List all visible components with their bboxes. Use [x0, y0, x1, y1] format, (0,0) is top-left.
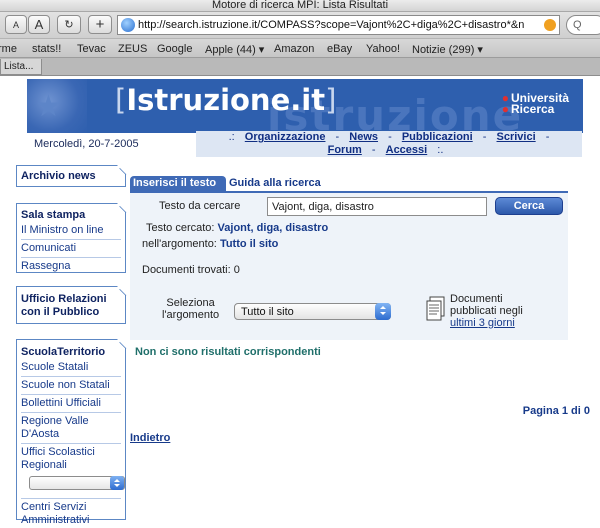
scope-row: nell'argomento: Tutto il sito: [142, 238, 278, 250]
topic-select[interactable]: Tutto il sito: [234, 303, 391, 320]
archivio-news-box[interactable]: Archivio news: [16, 165, 126, 187]
chevron-updown-icon: [375, 303, 391, 320]
site-logo[interactable]: [Istruzione.it]: [115, 83, 336, 117]
bookmark-item[interactable]: Google: [157, 43, 192, 55]
recent-docs-link[interactable]: ultimi 3 giorni: [450, 317, 515, 329]
window-titlebar: Motore di ricerca MPI: Lista Risultati: [0, 0, 600, 12]
bookmark-item[interactable]: eBay: [327, 43, 352, 55]
globe-icon: [121, 18, 135, 32]
sidebar-item-rassegna[interactable]: Rassegna: [17, 260, 125, 273]
search-input[interactable]: Vajont, diga, disastro: [267, 197, 487, 216]
documents-found: Documenti trovati: 0: [142, 264, 240, 276]
top-navigation: .: Organizzazione - News - Pubblicazioni…: [196, 131, 582, 157]
archivio-news-link[interactable]: Archivio news: [17, 166, 125, 185]
browser-toolbar: A A ↻ + http://search.istruzione.it/COMP…: [0, 12, 600, 38]
sidebar-item-scuole-non-statali[interactable]: Scuole non Statali: [17, 379, 125, 392]
browser-tab[interactable]: Lista...: [0, 59, 42, 75]
bookmark-item[interactable]: Notizie (299) ▾: [412, 43, 483, 56]
searched-text-value: Vajont, diga, disastro: [217, 222, 329, 234]
url-text: http://search.istruzione.it/COMPASS?scop…: [138, 19, 525, 31]
add-bookmark-button[interactable]: +: [88, 15, 112, 34]
bookmark-item[interactable]: Apple (44) ▾: [205, 43, 264, 56]
bookmark-item[interactable]: rme: [0, 43, 17, 55]
text-smaller-button[interactable]: A: [5, 15, 27, 34]
search-icon: Q: [573, 19, 582, 31]
pagination-info: Pagina 1 di 0: [522, 405, 590, 417]
recent-docs-block: Documenti pubblicati negli ultimi 3 gior…: [450, 293, 523, 329]
tab-strip: Lista...: [0, 58, 600, 76]
current-date: Mercoledì, 20-7-2005: [34, 138, 139, 150]
search-field-label: Testo da cercare: [159, 200, 241, 212]
bookmarks-bar: rme stats!! Tevac ZEUS Google Apple (44)…: [0, 38, 600, 58]
universita-ricerca-link[interactable]: ● Università ● Ricerca: [502, 92, 569, 115]
nav-accessi[interactable]: Accessi: [386, 144, 428, 156]
rss-icon[interactable]: [544, 19, 556, 31]
bookmark-item[interactable]: Yahoo!: [366, 43, 400, 55]
urp-link[interactable]: Ufficio Relazioni con il Pubblico: [17, 287, 125, 321]
document-icon: [426, 296, 445, 321]
sidebar-item-bollettini[interactable]: Bollettini Ufficiali: [17, 397, 125, 410]
scuola-territorio-title[interactable]: ScuolaTerritorio: [17, 340, 125, 361]
nav-scrivici[interactable]: Scrivici: [497, 131, 536, 143]
chevron-updown-icon: [110, 476, 124, 490]
back-link[interactable]: Indietro: [130, 432, 170, 444]
scuola-territorio-box: ScuolaTerritorio Scuole Statali Scuole n…: [16, 339, 126, 526]
sidebar-item-ministro[interactable]: Il Ministro on line: [17, 224, 125, 237]
text-bigger-button[interactable]: A: [28, 15, 50, 34]
select-topic-label: Seleziona l'argomento: [162, 297, 220, 321]
searched-text-row: Testo cercato: Vajont, diga, disastro: [146, 222, 328, 234]
sidebar-item-uffici-scolastici[interactable]: Uffici Scolastici Regionali: [17, 446, 125, 472]
sidebar-item-centri-servizi[interactable]: Centri Servizi Amministrativi: [17, 501, 125, 527]
searched-text-label: Testo cercato:: [146, 222, 215, 234]
sala-stampa-box: Sala stampa Il Ministro on line Comunica…: [16, 203, 126, 273]
reload-icon: ↻: [64, 19, 74, 31]
bookmark-item[interactable]: ZEUS: [118, 43, 147, 55]
cerca-button[interactable]: Cerca: [495, 197, 563, 215]
nav-pubblicazioni[interactable]: Pubblicazioni: [402, 131, 473, 143]
search-panel: Testo da cercare Vajont, diga, disastro …: [130, 191, 568, 340]
scope-value: Tutto il sito: [219, 238, 279, 250]
address-bar[interactable]: http://search.istruzione.it/COMPASS?scop…: [117, 15, 560, 35]
sidebar-item-valle-daosta[interactable]: Regione Valle D'Aosta: [17, 415, 125, 441]
bookmark-item[interactable]: Tevac: [77, 43, 106, 55]
sidebar-item-scuole-statali[interactable]: Scuole Statali: [17, 361, 125, 374]
tab-inserisci-testo[interactable]: Inserisci il testo: [130, 176, 226, 191]
search-field[interactable]: Q: [566, 15, 600, 35]
tab-guida-ricerca[interactable]: Guida alla ricerca: [229, 177, 321, 189]
no-results-message: Non ci sono risultati corrispondenti: [135, 346, 321, 358]
scope-label: nell'argomento:: [142, 238, 217, 250]
nav-organizzazione[interactable]: Organizzazione: [245, 131, 326, 143]
sala-stampa-title[interactable]: Sala stampa: [17, 204, 125, 224]
sidebar-item-comunicati[interactable]: Comunicati: [17, 242, 125, 255]
nav-forum[interactable]: Forum: [328, 144, 362, 156]
bookmark-item[interactable]: stats!!: [32, 43, 61, 55]
region-select[interactable]: [29, 476, 125, 490]
nav-news[interactable]: News: [349, 131, 378, 143]
topic-select-value: Tutto il sito: [241, 306, 294, 318]
site-banner: ★ istruzione [Istruzione.it] ● Università…: [27, 79, 583, 133]
plus-icon: +: [95, 16, 105, 33]
window-title: Motore di ricerca MPI: Lista Risultati: [211, 0, 389, 11]
reload-button[interactable]: ↻: [57, 15, 81, 34]
urp-box[interactable]: Ufficio Relazioni con il Pubblico: [16, 286, 126, 324]
republic-seal-icon: ★: [27, 79, 87, 133]
bookmark-item[interactable]: Amazon: [274, 43, 314, 55]
